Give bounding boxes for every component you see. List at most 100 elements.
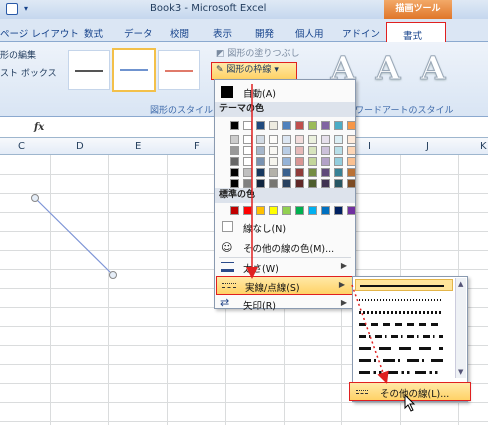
dash-option-square-dot[interactable]: [359, 311, 443, 314]
theme-color-swatch[interactable]: [243, 146, 252, 155]
theme-color-swatch[interactable]: [230, 157, 239, 166]
theme-color-swatch[interactable]: [269, 146, 278, 155]
theme-color-swatch[interactable]: [282, 168, 291, 177]
shape-outline-menu: 自動(A) テーマの色 標準の色 線なし(N) ☺ その他の線の色(M)... …: [214, 79, 356, 312]
theme-color-swatch[interactable]: [282, 179, 291, 188]
theme-color-swatch[interactable]: [321, 135, 330, 144]
theme-color-swatch[interactable]: [282, 157, 291, 166]
standard-color-swatch[interactable]: [256, 206, 265, 215]
theme-color-swatch[interactable]: [230, 168, 239, 177]
dash-option-long-dash[interactable]: [359, 347, 443, 350]
theme-color-swatch[interactable]: [243, 135, 252, 144]
arrows-icon: ⇄: [220, 296, 230, 309]
standard-color-swatch[interactable]: [230, 206, 239, 215]
theme-color-swatch[interactable]: [256, 135, 265, 144]
menu-item-automatic-label: 自動(A): [243, 89, 276, 100]
menu-item-dashes-label: 実線/点線(S): [245, 283, 300, 294]
scroll-down-icon[interactable]: ▼: [458, 368, 463, 376]
theme-color-swatch[interactable]: [256, 168, 265, 177]
dash-style-icon: [222, 283, 236, 288]
submenu-scrollbar[interactable]: ▲ ▼: [455, 278, 466, 378]
menu-item-dashes[interactable]: 実線/点線(S) ▶: [216, 276, 354, 295]
theme-color-swatch[interactable]: [256, 157, 265, 166]
theme-color-swatch[interactable]: [321, 157, 330, 166]
dash-option-dash-dot[interactable]: [359, 335, 443, 338]
theme-color-swatch[interactable]: [230, 121, 239, 130]
dash-option-round-dot[interactable]: [359, 299, 443, 301]
theme-color-swatch[interactable]: [243, 179, 252, 188]
theme-color-swatch[interactable]: [334, 146, 343, 155]
theme-color-swatch[interactable]: [334, 157, 343, 166]
theme-colors-heading: テーマの色: [215, 102, 355, 117]
theme-color-swatch[interactable]: [308, 121, 317, 130]
theme-color-swatch[interactable]: [269, 179, 278, 188]
standard-color-swatch[interactable]: [334, 206, 343, 215]
theme-color-swatch[interactable]: [308, 135, 317, 144]
theme-color-swatch[interactable]: [282, 135, 291, 144]
theme-color-swatch[interactable]: [321, 179, 330, 188]
color-palette-icon: ☺: [221, 241, 233, 254]
theme-color-swatch[interactable]: [295, 179, 304, 188]
theme-color-swatch[interactable]: [347, 146, 356, 155]
theme-color-swatch[interactable]: [321, 146, 330, 155]
theme-color-swatch[interactable]: [243, 168, 252, 177]
theme-color-swatch[interactable]: [243, 157, 252, 166]
chevron-right-icon: ▶: [340, 261, 347, 270]
menu-item-weight-label: 太さ(W): [243, 264, 279, 275]
menu-item-weight[interactable]: 太さ(W) ▶: [215, 258, 355, 276]
theme-color-swatch[interactable]: [334, 121, 343, 130]
menu-item-more-colors[interactable]: ☺ その他の線の色(M)...: [215, 238, 355, 256]
theme-color-swatch[interactable]: [282, 146, 291, 155]
mouse-cursor-icon: [404, 394, 416, 412]
theme-color-swatch[interactable]: [334, 168, 343, 177]
theme-color-swatch[interactable]: [269, 135, 278, 144]
dash-option-dash[interactable]: [359, 323, 443, 326]
theme-color-swatch[interactable]: [347, 135, 356, 144]
menu-item-no-line[interactable]: 線なし(N): [215, 218, 355, 236]
theme-color-swatch[interactable]: [308, 168, 317, 177]
standard-color-swatch[interactable]: [243, 206, 252, 215]
theme-color-swatch[interactable]: [282, 121, 291, 130]
theme-color-swatch[interactable]: [295, 135, 304, 144]
theme-color-swatch[interactable]: [243, 121, 252, 130]
scroll-up-icon[interactable]: ▲: [458, 280, 463, 288]
standard-color-swatch[interactable]: [347, 206, 356, 215]
standard-color-swatch[interactable]: [321, 206, 330, 215]
standard-color-swatch[interactable]: [282, 206, 291, 215]
theme-color-swatch[interactable]: [334, 135, 343, 144]
standard-color-swatch[interactable]: [295, 206, 304, 215]
theme-color-swatch[interactable]: [256, 179, 265, 188]
theme-color-swatch[interactable]: [269, 157, 278, 166]
theme-color-swatch[interactable]: [230, 179, 239, 188]
theme-color-swatch[interactable]: [321, 121, 330, 130]
theme-color-swatch[interactable]: [269, 168, 278, 177]
theme-color-swatch[interactable]: [347, 168, 356, 177]
theme-color-swatch[interactable]: [256, 146, 265, 155]
theme-color-swatch[interactable]: [308, 146, 317, 155]
theme-color-swatch[interactable]: [295, 157, 304, 166]
chevron-right-icon: ▶: [338, 280, 345, 289]
theme-color-swatch[interactable]: [230, 146, 239, 155]
menu-item-automatic[interactable]: 自動(A): [215, 83, 355, 101]
theme-color-swatch[interactable]: [308, 179, 317, 188]
theme-color-swatch[interactable]: [295, 146, 304, 155]
no-line-icon: [222, 221, 233, 232]
standard-colors-heading: 標準の色: [215, 188, 355, 203]
standard-color-swatch[interactable]: [308, 206, 317, 215]
theme-color-swatch[interactable]: [230, 135, 239, 144]
theme-color-swatch[interactable]: [295, 121, 304, 130]
theme-color-swatch[interactable]: [347, 179, 356, 188]
theme-color-swatch[interactable]: [256, 121, 265, 130]
theme-color-swatch[interactable]: [308, 157, 317, 166]
menu-item-arrows[interactable]: ⇄ 矢印(R) ▶: [215, 295, 355, 313]
standard-color-swatch[interactable]: [269, 206, 278, 215]
dash-option-long-dash-dot[interactable]: [359, 359, 443, 362]
theme-color-swatch[interactable]: [321, 168, 330, 177]
theme-color-swatch[interactable]: [269, 121, 278, 130]
theme-color-swatch[interactable]: [334, 179, 343, 188]
theme-color-swatch[interactable]: [347, 157, 356, 166]
theme-color-swatch[interactable]: [347, 121, 356, 130]
theme-color-swatch[interactable]: [295, 168, 304, 177]
dash-option-solid-selected[interactable]: [355, 279, 453, 291]
dash-option-long-dash-dot-dot[interactable]: [359, 371, 443, 374]
